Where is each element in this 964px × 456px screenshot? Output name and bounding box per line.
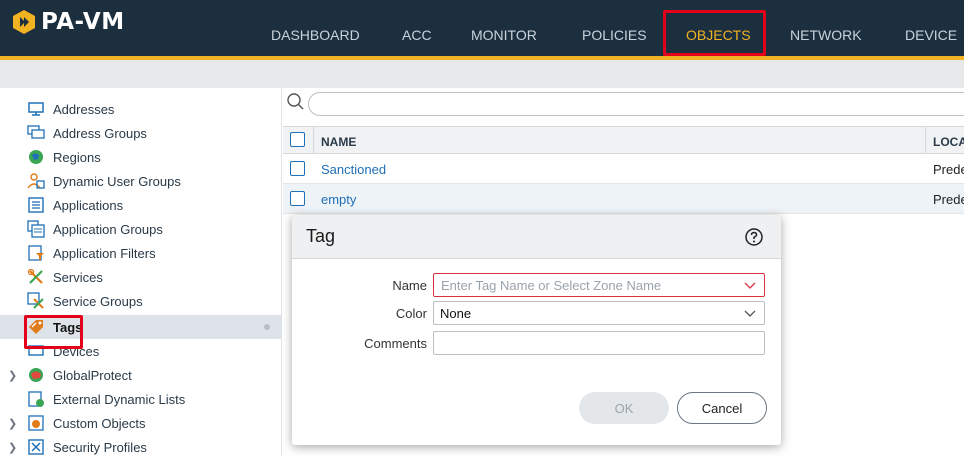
color-field-label: Color	[395, 306, 427, 321]
tab-policies[interactable]: POLICIES	[582, 27, 647, 43]
chevron-right-icon[interactable]: ❯	[8, 417, 17, 430]
tag-name-link[interactable]: empty	[321, 192, 356, 207]
custom-objects-icon	[28, 415, 44, 431]
table-row[interactable]: empty Prede	[283, 184, 964, 214]
cancel-button[interactable]: Cancel	[677, 392, 767, 424]
applications-icon	[28, 197, 44, 213]
tab-dashboard[interactable]: DASHBOARD	[271, 27, 360, 43]
column-divider	[313, 127, 314, 153]
sidebar-item-addresses[interactable]: Addresses	[0, 97, 282, 121]
row-checkbox[interactable]	[290, 161, 305, 176]
globalprotect-icon	[29, 368, 43, 382]
drag-handle-dot[interactable]	[264, 324, 270, 330]
chevron-right-icon[interactable]: ❯	[8, 369, 17, 382]
chevron-down-icon[interactable]	[744, 279, 756, 291]
dialog-header: Tag	[292, 215, 781, 259]
sidebar-item-label: External Dynamic Lists	[53, 391, 186, 407]
sidebar-item-label: Address Groups	[53, 125, 147, 141]
service-groups-icon	[27, 292, 44, 309]
tab-monitor[interactable]: MONITOR	[471, 27, 537, 43]
regions-icon	[29, 150, 43, 164]
sidebar-item-dynamic-user-groups[interactable]: Dynamic User Groups	[0, 169, 282, 193]
sub-toolbar	[0, 60, 964, 88]
row-checkbox[interactable]	[290, 191, 305, 206]
tag-location: Prede	[933, 192, 964, 207]
security-profiles-icon	[28, 439, 44, 455]
comments-field-label: Comments	[364, 336, 427, 351]
table-row[interactable]: Sanctioned Prede	[283, 154, 964, 184]
help-icon[interactable]	[744, 227, 764, 247]
sidebar-item-label: Application Filters	[53, 245, 156, 261]
app-brand: PA-VM	[41, 9, 125, 35]
chevron-down-icon[interactable]	[744, 307, 756, 319]
sidebar-item-application-groups[interactable]: Application Groups	[0, 217, 282, 241]
top-nav-bar: PA-VM DASHBOARD ACC MONITOR POLICIES OBJ…	[0, 0, 964, 60]
color-select[interactable]: None	[433, 301, 765, 325]
tag-name-combobox[interactable]: Enter Tag Name or Select Zone Name	[433, 273, 765, 297]
sidebar-item-label: Application Groups	[53, 221, 163, 237]
sidebar-item-label: Addresses	[53, 101, 115, 117]
sidebar-item-label: Custom Objects	[53, 415, 146, 431]
column-divider	[925, 127, 926, 153]
address-groups-icon	[27, 125, 45, 139]
tag-name-link[interactable]: Sanctioned	[321, 162, 386, 177]
sidebar-item-applications[interactable]: Applications	[0, 193, 282, 217]
sidebar-item-label: GlobalProtect	[53, 367, 132, 383]
tag-dialog: Tag Name Enter Tag Name or Select Zone N…	[292, 215, 781, 445]
name-field-label: Name	[392, 278, 427, 293]
column-header-location[interactable]: LOCA	[933, 135, 964, 149]
sidebar-item-services[interactable]: Services	[0, 265, 282, 289]
comments-input[interactable]	[433, 331, 765, 355]
search-input[interactable]	[308, 92, 964, 116]
dialog-title: Tag	[306, 226, 336, 246]
color-value: None	[440, 306, 472, 321]
column-header-name[interactable]: NAME	[321, 135, 356, 149]
select-all-checkbox[interactable]	[290, 132, 305, 147]
dynamic-user-groups-icon	[27, 173, 45, 189]
services-icon	[27, 268, 43, 284]
sidebar-item-external-dynamic-lists[interactable]: External Dynamic Lists	[0, 387, 282, 411]
search-icon[interactable]	[286, 92, 304, 110]
application-filters-icon	[28, 245, 44, 261]
addresses-icon	[28, 102, 44, 116]
sidebar-item-label: Regions	[53, 149, 101, 165]
objects-sidebar: Addresses Address Groups Regions Dynamic…	[0, 88, 282, 456]
sidebar-item-regions[interactable]: Regions	[0, 145, 282, 169]
tab-device[interactable]: DEVICE	[905, 27, 957, 43]
sidebar-item-custom-objects[interactable]: ❯ Custom Objects	[0, 411, 282, 435]
objects-tab-highlight	[663, 10, 766, 56]
sidebar-item-address-groups[interactable]: Address Groups	[0, 121, 282, 145]
sidebar-item-label: Dynamic User Groups	[53, 173, 181, 189]
tab-network[interactable]: NETWORK	[790, 27, 862, 43]
sidebar-item-label: Service Groups	[53, 293, 143, 309]
ok-button[interactable]: OK	[579, 392, 669, 424]
table-header: NAME LOCA	[283, 126, 964, 154]
app-logo[interactable]: PA-VM	[12, 9, 125, 35]
tab-acc[interactable]: ACC	[402, 27, 432, 43]
tags-item-highlight	[24, 315, 83, 349]
sidebar-item-label: Services	[53, 269, 103, 285]
external-lists-icon	[28, 391, 44, 407]
sidebar-item-globalprotect[interactable]: ❯ GlobalProtect	[0, 363, 282, 387]
application-groups-icon	[27, 220, 45, 238]
tag-location: Prede	[933, 162, 964, 177]
paloalto-logo-icon	[13, 10, 35, 34]
sidebar-item-service-groups[interactable]: Service Groups	[0, 289, 282, 313]
chevron-right-icon[interactable]: ❯	[8, 441, 17, 454]
sidebar-item-label: Security Profiles	[53, 439, 147, 455]
sidebar-item-security-profiles[interactable]: ❯ Security Profiles	[0, 435, 282, 456]
sidebar-item-application-filters[interactable]: Application Filters	[0, 241, 282, 265]
sidebar-item-label: Applications	[53, 197, 124, 213]
name-placeholder: Enter Tag Name or Select Zone Name	[441, 278, 662, 293]
